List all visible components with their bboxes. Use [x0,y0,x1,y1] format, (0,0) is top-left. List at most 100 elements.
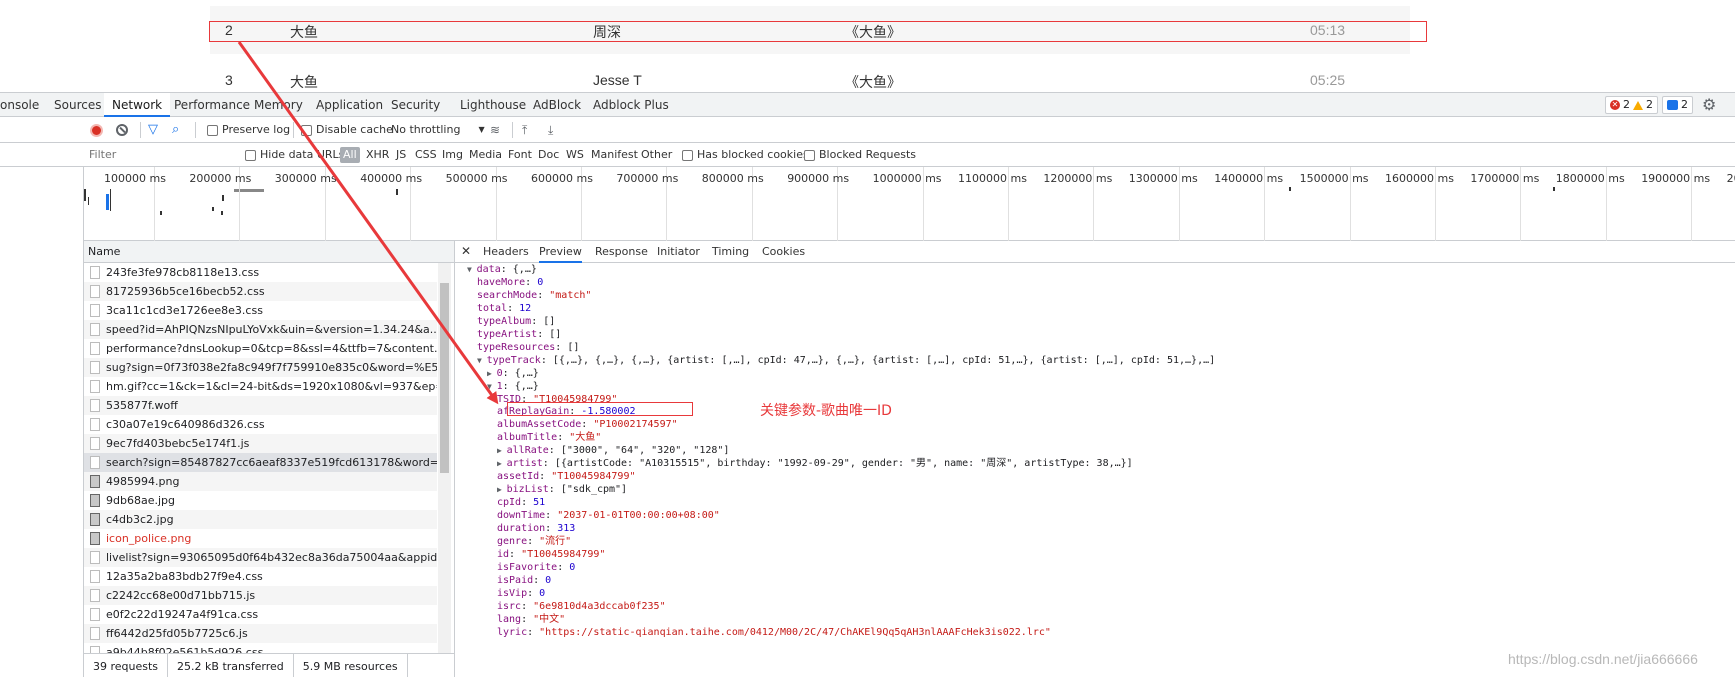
tab-security[interactable]: Security [391,93,440,117]
filter-type-css[interactable]: CSS [415,143,437,167]
json-separator: : [500,264,513,275]
json-preview-line[interactable]: ▼ typeTrack: [{,…}, {,…}, {,…}, {artist:… [477,354,1215,368]
song-artist[interactable]: Jesse T [593,72,642,88]
gear-icon[interactable]: ⚙ [1702,95,1716,114]
json-preview-line: downTime: "2037-01-01T00:00:00+08:00" [497,509,720,523]
json-separator: : [509,548,522,560]
timeline-tick-label: 1200000 ms [1043,172,1113,185]
network-overview-timeline[interactable]: 100000 ms 200000 ms 300000 ms 400000 ms 5000… [84,167,1735,241]
filter-type-doc[interactable]: Doc [538,143,559,167]
tab-adblock-plus[interactable]: Adblock Plus [593,93,669,117]
tab-performance[interactable]: Performance [174,93,250,117]
record-button[interactable] [90,117,103,143]
request-row[interactable]: e0f2c22d19247a4f91ca.css [84,605,437,624]
request-row[interactable]: 243fe3fe978cb8118e13.css [84,263,437,282]
tab-console[interactable]: onsole [0,93,39,117]
request-row[interactable]: speed?id=AhPIQNzsNIpuLYoVxk&uin=&version… [84,320,437,339]
timeline-activity-mark [160,211,162,215]
filter-type-img[interactable]: Img [442,143,463,167]
request-row[interactable]: a9b44b8f02e561b5d926.css [84,643,437,653]
tab-headers[interactable]: Headers [483,241,529,263]
timeline-tick-label: 1600000 ms [1385,172,1454,185]
disable-cache-checkbox[interactable]: Disable cache [301,117,393,143]
tab-memory[interactable]: Memory [254,93,303,117]
annotation-note: 关键参数-歌曲唯一ID [760,403,892,419]
tab-response[interactable]: Response [595,241,648,263]
json-separator: : [581,419,594,431]
tab-preview[interactable]: Preview [539,241,582,263]
request-row[interactable]: c30a07e19c640986d326.css [84,415,437,434]
json-preview-line: duration: 313 [497,522,575,536]
clear-button[interactable] [116,117,128,143]
json-preview-line[interactable]: ▶ bizList: ["sdk_cpm"] [497,483,627,497]
tab-sources[interactable]: Sources [54,93,101,117]
has-blocked-cookies-checkbox[interactable]: Has blocked cookies [682,143,809,167]
blocked-requests-checkbox[interactable]: Blocked Requests [804,143,916,167]
filter-input[interactable]: Filter [86,146,234,164]
transferred-size: 25.2 kB transferred [168,654,294,677]
json-preview-line[interactable]: ▼ 1: {,…} [487,380,539,394]
request-row[interactable]: sug?sign=0f73f038e2fa8c949f7f759910e835c… [84,358,437,377]
timeline-tick-label: 600000 ms [531,172,593,185]
json-preview-line: albumTitle: "大鱼" [497,431,601,445]
request-row[interactable]: icon_police.png [84,529,437,548]
json-key: lyric [497,626,528,638]
request-row[interactable]: 12a35a2ba83bdb27f9e4.css [84,567,437,586]
request-row[interactable]: 4985994.png [84,472,437,491]
json-preview-line[interactable]: ▶ allRate: ["3000", "64", "320", "128"] [497,444,729,458]
request-row[interactable]: ff6442d25fd05b7725c6.js [84,624,437,643]
request-row[interactable]: 3ca11c1cd3e1726ee8e3.css [84,301,437,320]
request-row[interactable]: performance?dnsLookup=0&tcp=8&ssl=4&ttfb… [84,339,437,358]
tab-timing[interactable]: Timing [712,241,749,263]
messages-badge[interactable]: 2 [1662,96,1693,114]
tab-lighthouse[interactable]: Lighthouse [460,93,526,117]
filter-type-other[interactable]: Other [641,143,672,167]
json-preview-line[interactable]: ▼ data: {,…} [467,263,537,277]
requests-scrollbar-thumb[interactable] [440,283,449,473]
request-row[interactable]: c4db3c2.jpg [84,510,437,529]
request-row[interactable]: search?sign=85487827cc6aeaf8337e519fcd61… [84,453,437,472]
filter-type-ws[interactable]: WS [566,143,584,167]
json-preview-line[interactable]: ▶ 0: {,…} [487,367,539,381]
json-key: albumAssetCode [497,419,582,431]
json-preview-line[interactable]: ▶ artist: [{artistCode: "A10315515", bir… [497,457,1133,471]
preserve-log-checkbox[interactable]: Preserve log [207,117,290,143]
hide-data-urls-checkbox[interactable]: Hide data URLs [245,143,344,167]
throttling-select[interactable]: No throttling ▼ [391,117,485,143]
tab-initiator[interactable]: Initiator [657,241,700,263]
request-row[interactable]: livelist?sign=93065095d0f64b432ec8a36da7… [84,548,437,567]
tab-adblock[interactable]: AdBlock [533,93,581,117]
request-row[interactable]: 9db68ae.jpg [84,491,437,510]
request-row[interactable]: 9ec7fd403bebc5e174f1.js [84,434,437,453]
request-row[interactable]: 535877f.woff [84,396,437,415]
filter-toggle-button[interactable]: ▽ [148,117,158,143]
filter-all-button[interactable]: All [340,147,360,163]
request-row[interactable]: hm.gif?cc=1&ck=1&cl=24-bit&ds=1920x1080&… [84,377,437,396]
issues-badge[interactable]: ✕ 2 2 [1605,96,1658,114]
tab-cookies[interactable]: Cookies [762,241,805,263]
filter-type-js[interactable]: JS [396,143,406,167]
json-separator: : [539,471,552,483]
request-row[interactable]: 81725936b5ce16becb52.css [84,282,437,301]
timeline-tick-label: 300000 ms [274,172,337,185]
tab-application[interactable]: Application [316,93,383,117]
close-icon[interactable]: ✕ [461,244,471,258]
requests-name-column-header[interactable]: Name [84,241,455,263]
filter-type-media[interactable]: Media [469,143,502,167]
json-key: searchMode [477,289,538,301]
tab-network[interactable]: Network [104,93,171,117]
filter-type-manifest[interactable]: Manifest [591,143,638,167]
song-album[interactable]: 《大鱼》 [845,72,901,92]
json-preview-line: isVip: 0 [497,587,545,601]
request-row[interactable]: c2242cc68e00d71bb715.js [84,586,437,605]
network-conditions-button[interactable]: ≋ [490,117,500,143]
import-har-button[interactable]: ⤒ [522,117,527,143]
filter-type-font[interactable]: Font [508,143,532,167]
filter-type-xhr[interactable]: XHR [366,143,389,167]
song-title[interactable]: 大鱼 [290,72,318,92]
expand-open-icon: ▼ [467,265,477,274]
export-har-button[interactable]: ⤓ [548,117,553,143]
json-key: isVip [497,587,528,599]
search-button[interactable]: ⌕ [172,117,179,143]
requests-list[interactable]: 243fe3fe978cb8118e13.css 81725936b5ce16be… [84,263,455,653]
